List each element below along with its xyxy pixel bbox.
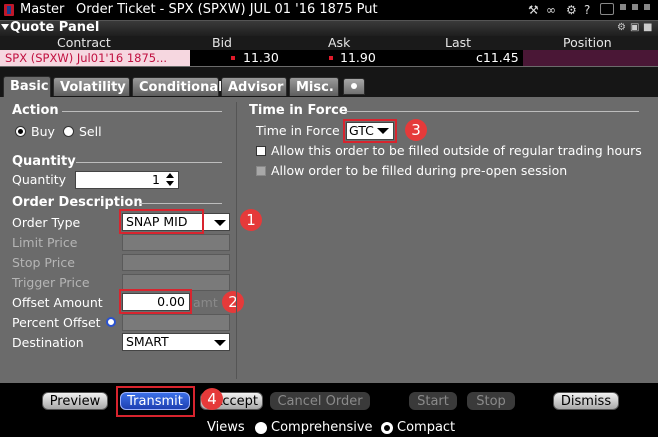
settings-icon[interactable]: ⚙ <box>566 3 577 17</box>
destination-label: Destination <box>12 335 84 350</box>
panel-settings-icon[interactable]: ⚙ <box>617 22 626 33</box>
quantity-input[interactable]: 1 <box>75 171 179 189</box>
collapse-arrow-icon[interactable] <box>1 24 9 30</box>
pre-open-label: Allow order to be filled during pre-open… <box>271 163 568 178</box>
offset-amount-highlight <box>119 289 192 314</box>
order-type-dropdown-icon[interactable] <box>214 220 226 226</box>
order-type-label: Order Type <box>12 215 81 230</box>
quote-panel-title: Quote Panel <box>10 20 100 35</box>
callout-badge-3: 3 <box>405 119 427 141</box>
bid-flash-indicator <box>231 56 235 60</box>
destination-dropdown-icon[interactable] <box>214 340 226 346</box>
callout-badge-1: 1 <box>240 209 262 231</box>
bid-cell[interactable]: 11.30 <box>243 50 279 66</box>
menu-icon[interactable] <box>600 3 614 15</box>
quantity-down-icon[interactable] <box>166 181 174 186</box>
column-position: Position <box>563 35 612 50</box>
contract-cell[interactable]: SPX (SPXW) Jul01'16 1875... <box>0 50 190 66</box>
column-bid: Bid <box>212 35 232 50</box>
dismiss-button[interactable]: Dismiss <box>553 392 619 410</box>
last-cell[interactable]: c11.45 <box>476 50 519 66</box>
time-in-force-highlight <box>343 119 397 143</box>
limit-price-input <box>122 234 230 251</box>
column-separator <box>236 102 237 379</box>
position-cell[interactable] <box>523 50 658 66</box>
trigger-price-label: Trigger Price <box>12 275 90 290</box>
comprehensive-label[interactable]: Comprehensive <box>271 420 373 435</box>
tab-more-icon[interactable] <box>343 78 365 95</box>
outside-rth-label[interactable]: Allow this order to be filled outside of… <box>271 143 642 158</box>
limit-price-label: Limit Price <box>12 235 78 250</box>
wrench-icon[interactable]: ⚒ <box>528 3 539 17</box>
action-divider <box>62 111 222 112</box>
sell-radio[interactable] <box>63 126 74 137</box>
buy-label[interactable]: Buy <box>31 124 55 139</box>
panel-dock-icon[interactable]: ▣ <box>630 22 639 33</box>
window-dot-2-icon <box>632 4 638 10</box>
callout-badge-4: 4 <box>201 388 223 410</box>
link-icon[interactable]: ∞ <box>546 3 556 17</box>
percent-offset-radio[interactable] <box>106 317 116 327</box>
buy-radio[interactable] <box>15 126 26 137</box>
tab-misc[interactable]: Misc. <box>289 77 339 96</box>
quantity-label: Quantity <box>12 172 67 187</box>
app-logo-icon <box>4 4 14 16</box>
time-in-force-title: Time in Force <box>249 103 348 118</box>
transmit-highlight <box>116 386 195 417</box>
ask-cell[interactable]: 11.90 <box>340 50 376 66</box>
tab-advisor[interactable]: Advisor <box>221 77 287 96</box>
time-in-force-divider <box>345 111 639 112</box>
sell-label[interactable]: Sell <box>79 124 102 139</box>
column-ask: Ask <box>328 35 351 50</box>
tab-volatility[interactable]: Volatility <box>53 77 130 96</box>
pre-open-checkbox <box>256 166 266 176</box>
panel-close-icon[interactable]: ■ <box>643 22 652 33</box>
help-icon[interactable]: ? <box>584 3 590 17</box>
stop-price-label: Stop Price <box>12 255 75 270</box>
tab-conditional[interactable]: Conditional <box>132 77 223 96</box>
views-label: Views <box>207 420 245 435</box>
offset-amount-label: Offset Amount <box>12 295 103 310</box>
ask-flash-indicator <box>329 56 333 60</box>
order-description-divider <box>140 203 222 204</box>
column-contract: Contract <box>57 35 111 50</box>
comprehensive-radio[interactable] <box>255 422 267 434</box>
compact-label[interactable]: Compact <box>397 420 455 435</box>
callout-badge-2: 2 <box>222 291 244 313</box>
order-description-title: Order Description <box>12 195 143 210</box>
window-dot-1-icon <box>620 4 626 10</box>
outside-rth-checkbox[interactable] <box>256 146 266 156</box>
stop-button: Stop <box>467 392 515 410</box>
offset-unit-select[interactable]: amt <box>193 295 218 310</box>
action-section-title: Action <box>12 103 59 118</box>
quantity-divider <box>76 162 222 163</box>
window-dot-3-icon <box>644 4 650 10</box>
preview-button[interactable]: Preview <box>42 392 108 410</box>
percent-offset-label: Percent Offset <box>12 315 101 330</box>
quantity-up-icon[interactable] <box>166 173 174 178</box>
order-type-highlight <box>119 209 204 234</box>
stop-price-input <box>122 254 230 271</box>
column-last: Last <box>445 35 472 50</box>
start-button: Start <box>409 392 457 410</box>
cancel-order-button: Cancel Order <box>270 392 370 410</box>
tab-basic[interactable]: Basic <box>3 76 51 97</box>
quantity-section-title: Quantity <box>12 154 76 169</box>
window-group-label: Master <box>20 2 65 17</box>
percent-offset-input <box>122 314 230 331</box>
window-title: Order Ticket - SPX (SPXW) JUL 01 '16 187… <box>76 2 378 17</box>
time-in-force-label: Time in Force <box>256 123 340 138</box>
compact-radio[interactable] <box>381 422 393 434</box>
